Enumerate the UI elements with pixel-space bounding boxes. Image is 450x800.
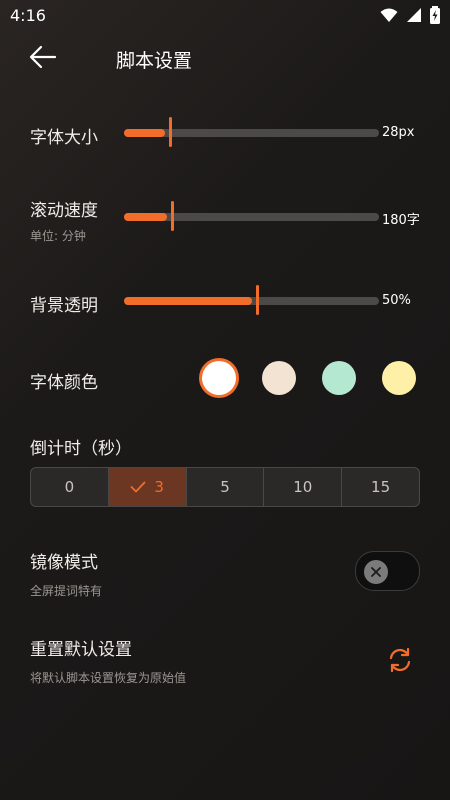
- countdown-option-3[interactable]: 3: [108, 468, 187, 506]
- font-size-label: 字体大小: [30, 128, 98, 148]
- background-opacity-slider[interactable]: [124, 285, 379, 315]
- close-icon: [371, 567, 381, 577]
- slider-thumb[interactable]: [256, 285, 259, 315]
- page-title: 脚本设置: [116, 50, 193, 72]
- countdown-option-label: 10: [293, 478, 313, 496]
- slider-fill: [124, 129, 165, 137]
- check-icon: [131, 481, 146, 493]
- reset-sublabel: 将默认脚本设置恢复为原始值: [30, 671, 187, 685]
- slider-thumb[interactable]: [169, 117, 172, 147]
- countdown-option-label: 15: [371, 478, 391, 496]
- status-time: 4:16: [10, 6, 46, 25]
- toggle-knob: [364, 560, 388, 584]
- countdown-option-15[interactable]: 15: [342, 468, 419, 506]
- scroll-speed-sublabel: 单位: 分钟: [30, 229, 86, 243]
- countdown-option-10[interactable]: 10: [264, 468, 343, 506]
- countdown-option-label: 3: [154, 478, 164, 496]
- slider-fill: [124, 297, 252, 305]
- scroll-speed-value: 180字: [382, 213, 420, 228]
- background-opacity-value: 50%: [382, 293, 411, 308]
- font-color-swatch-yellow[interactable]: [382, 361, 416, 395]
- scroll-speed-label: 滚动速度: [30, 201, 98, 221]
- font-color-swatch-white[interactable]: [202, 361, 236, 395]
- mirror-mode-label: 镜像模式: [30, 553, 98, 573]
- status-icons: [380, 6, 440, 24]
- slider-fill: [124, 213, 167, 221]
- font-color-label: 字体颜色: [30, 373, 98, 393]
- countdown-segmented-control: 0 3 5 10 15: [30, 467, 420, 507]
- back-arrow-icon[interactable]: [28, 44, 58, 70]
- app-header: 脚本设置: [0, 32, 450, 82]
- countdown-option-label: 0: [64, 478, 75, 496]
- wifi-icon: [380, 8, 398, 22]
- signal-icon: [407, 8, 421, 22]
- slider-thumb[interactable]: [171, 201, 174, 231]
- mirror-mode-toggle[interactable]: [355, 551, 420, 591]
- mirror-mode-sublabel: 全屏提词特有: [30, 584, 103, 598]
- status-bar: 4:16: [0, 0, 450, 32]
- font-color-swatch-beige[interactable]: [262, 361, 296, 395]
- reset-label: 重置默认设置: [30, 640, 132, 660]
- refresh-icon[interactable]: [386, 646, 414, 674]
- font-size-value: 28px: [382, 125, 415, 140]
- scroll-speed-slider[interactable]: [124, 201, 379, 231]
- countdown-option-0[interactable]: 0: [31, 468, 109, 506]
- background-opacity-label: 背景透明: [30, 296, 98, 316]
- font-color-swatch-mint[interactable]: [322, 361, 356, 395]
- countdown-option-label: 5: [220, 478, 230, 496]
- font-size-slider[interactable]: [124, 117, 379, 147]
- countdown-label: 倒计时（秒）: [30, 439, 132, 459]
- battery-charging-icon: [430, 6, 440, 24]
- countdown-option-5[interactable]: 5: [187, 468, 265, 506]
